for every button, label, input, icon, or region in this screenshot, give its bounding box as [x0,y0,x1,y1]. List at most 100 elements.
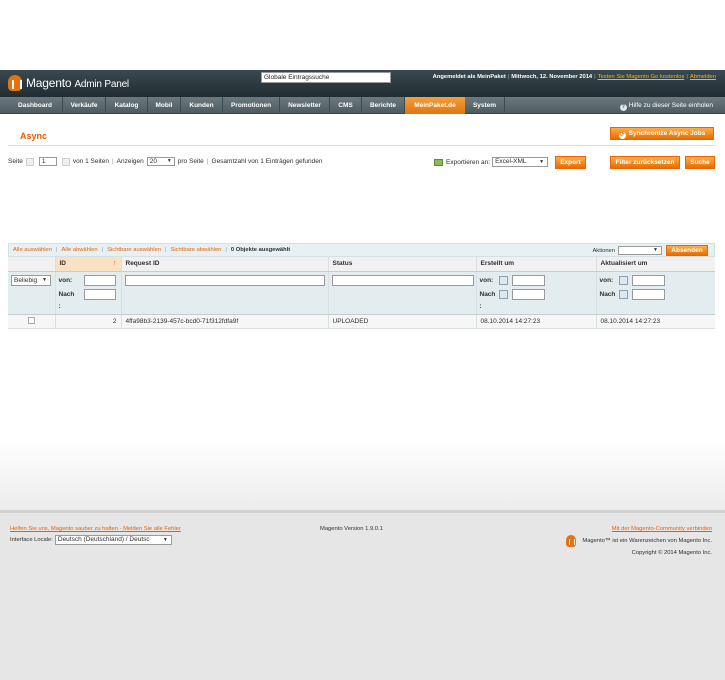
logout-link[interactable]: Abmelden [690,74,716,80]
unselect-visible-link[interactable]: Sichtbare abwählen [170,247,221,253]
nav-reports[interactable]: Berichte [362,97,405,114]
calendar-icon[interactable] [498,290,508,299]
id-to-input[interactable] [83,289,116,300]
column-header-updated[interactable]: Aktualisiert um [596,257,715,272]
nav-cms[interactable]: CMS [330,97,362,114]
actions-label: Aktionen [592,247,615,254]
submit-button[interactable]: Absenden [666,245,708,256]
locale-label: Interface Locale: [10,537,53,543]
actions-select[interactable]: ▼ [618,246,662,255]
updated-from-input[interactable] [631,275,665,286]
export-format-select[interactable]: Excel-XML ▼ [492,157,549,167]
locale-value: Deutsch (Deutschland) / Deutsc [57,536,150,543]
chevron-down-icon: ▼ [162,537,168,543]
page-number-input[interactable]: 1 [38,157,57,166]
created-to-colon: : [479,302,482,310]
calendar-icon[interactable] [498,276,508,285]
magento-logo[interactable]: Magento Admin Panel [8,74,129,92]
id-to-colon: : [58,302,61,310]
id-to-label: Nach [58,291,75,298]
cell-status: UPLOADED [328,314,477,329]
export-format-value: Excel-XML [495,158,527,165]
calendar-icon[interactable] [618,290,628,299]
unselect-all-link[interactable]: Alle abwählen [62,247,98,253]
magento-logo-icon [8,75,22,91]
locale-select[interactable]: Deutsch (Deutschland) / Deutsc ▼ [54,535,172,545]
status-filter-input[interactable] [331,274,474,286]
main-nav: Dashboard Verkäufe Katalog Mobil Kunden … [0,97,725,114]
nav-dashboard[interactable]: Dashboard [8,97,63,114]
cell-created: 08.10.2014 14:27:23 [476,314,597,329]
async-grid: ID ↑ Request ID Status Erstellt um Aktual… [8,257,715,329]
filter-reset-button[interactable]: Filter zurücksetzen [610,156,680,169]
search-button[interactable]: Suche [685,156,715,169]
created-to-input[interactable] [511,289,545,300]
global-search-input[interactable]: Globale Eintragssuche [261,72,391,83]
export-label: Exportieren an: [446,158,491,166]
magento-logo-icon [566,535,577,547]
chevron-down-icon: ▼ [539,159,545,165]
created-from-input[interactable] [511,275,545,286]
report-bugs-link[interactable]: Helfen Sie uns, Magento sauber zu halten… [10,526,181,532]
chevron-down-icon: ▼ [166,158,172,164]
admin-page: Magento Admin Panel Globale Eintragssuch… [0,70,725,680]
trademark-text: Magento™ ist ein Warenzeichen von Magent… [582,538,712,544]
total-records-text: Gesamtzahl von 1 Einträgen gefunden [211,158,323,165]
copyright-text: Copyright © 2014 Magento Inc. [631,550,712,556]
help-link[interactable]: ? Hilfe zu dieser Seite einholen [619,97,713,114]
synchronize-async-jobs-button[interactable]: ⟳ Synchronize Async Jobs [610,127,714,140]
sync-icon: ⟳ [618,132,626,139]
select-filter-dropdown[interactable]: Beliebig ▼ [11,274,51,286]
logged-in-text: Angemeldet als MeinPaket [432,74,506,80]
content-bottom-gradient [0,440,725,510]
nav-system[interactable]: System [465,97,505,114]
nav-customers[interactable]: Kunden [181,97,223,114]
cell-updated: 08.10.2014 14:27:23 [596,314,715,329]
try-magento-go-link[interactable]: Testen Sie Magento Go kostenlos [598,74,685,80]
row-checkbox[interactable] [27,316,35,324]
header-user-info: Angemeldet als MeinPaket | Mittwoch, 12. N… [432,74,716,80]
nav-sales[interactable]: Verkäufe [63,97,106,114]
title-divider [8,145,715,146]
nav-promotions[interactable]: Promotionen [223,97,280,114]
column-header-select [8,257,56,272]
page-title: Async [20,131,48,141]
id-from-label: von: [58,277,73,284]
table-row[interactable]: 2 4ffa98b3-2139-457c-bcd0-71f312fdfa9f U… [8,314,715,329]
help-label: Hilfe zu dieser Seite einholen [628,102,713,109]
select-filter-value: Beliebig [14,276,38,284]
updated-to-input[interactable] [631,289,665,300]
cell-request-id: 4ffa98b3-2139-457c-bcd0-71f312fdfa9f [121,314,329,329]
nav-catalog[interactable]: Katalog [106,97,148,114]
request-id-filter-input[interactable] [124,274,325,286]
id-from-input[interactable] [83,275,116,286]
per-page-select[interactable]: 20 ▼ [146,157,175,166]
per-page-value: 20 [149,158,158,165]
column-header-id[interactable]: ID ↑ [55,257,122,272]
next-page-icon[interactable] [61,157,70,166]
column-header-created[interactable]: Erstellt um [476,257,597,272]
logo-text: Magento [26,76,72,90]
column-id-label: ID [59,260,67,267]
sort-up-icon: ↑ [113,260,117,267]
sync-button-label: Synchronize Async Jobs [628,130,706,137]
export-button[interactable]: Export [555,156,586,169]
cell-id: 2 [55,314,122,329]
chevron-down-icon: ▼ [653,247,658,253]
help-icon: ? [619,104,627,111]
nav-meinpaket[interactable]: MeinPaket.de [405,97,465,114]
per-page-label: pro Seite [177,158,204,165]
select-all-link[interactable]: Alle auswählen [13,247,52,253]
select-visible-link[interactable]: Sichtbare auswählen [107,247,161,253]
massaction-bar: Alle auswählen | Alle abwählen | Sichtbare a… [8,243,715,257]
pager: Seite 1 von 1 Seiten | Anzeigen 20 ▼ pro … [8,157,323,166]
nav-mobile[interactable]: Mobil [148,97,181,114]
column-header-status[interactable]: Status [328,257,477,272]
nav-newsletter[interactable]: Newsletter [280,97,330,114]
header: Magento Admin Panel Globale Eintragssuch… [0,70,725,97]
previous-page-icon[interactable] [25,157,34,166]
calendar-icon[interactable] [618,276,628,285]
magento-version: Magento Version 1.9.0.1 [320,526,383,532]
community-link[interactable]: Mit der Magento-Community verbinden [612,526,712,532]
column-header-request-id[interactable]: Request ID [121,257,329,272]
